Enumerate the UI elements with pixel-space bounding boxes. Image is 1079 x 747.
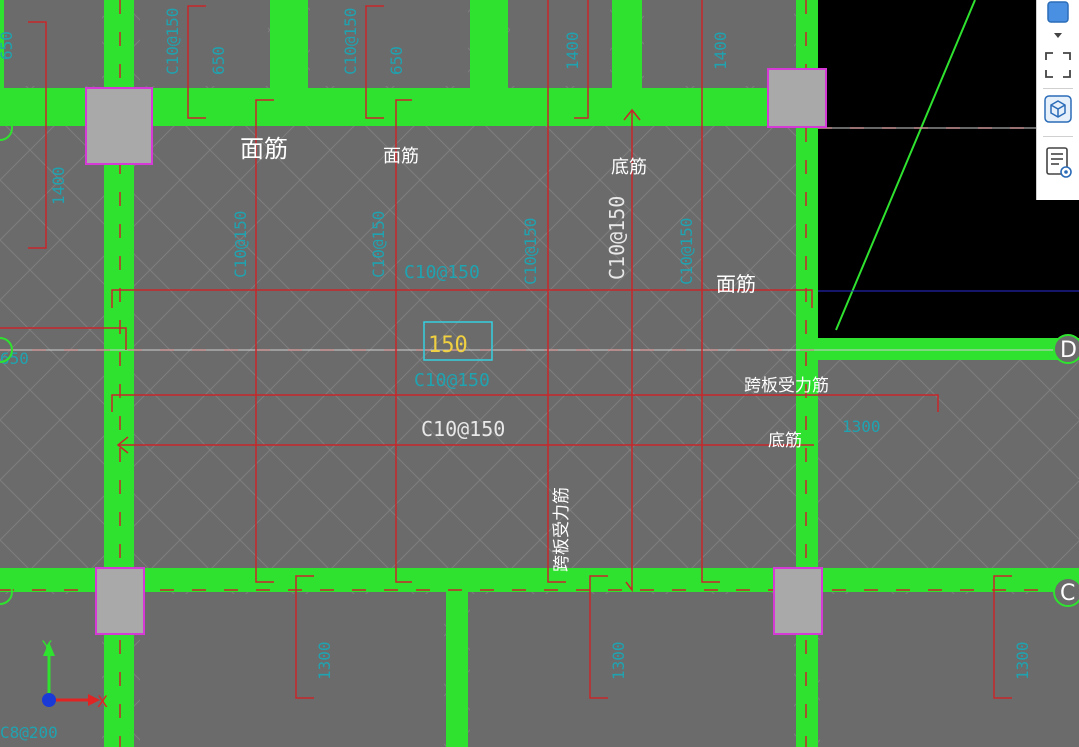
- dropdown-chevron-icon[interactable]: [1043, 28, 1073, 44]
- spec-faint-2: C10@150: [369, 211, 388, 278]
- ucs-y-label: Y: [41, 637, 52, 656]
- dim-left-1400: 1400: [49, 166, 68, 205]
- bottom-panels: [0, 594, 1079, 747]
- dim-left-650: 650: [0, 31, 16, 60]
- dim-right-1300: 1300: [842, 417, 881, 436]
- spec-under-selected: C10@150: [414, 370, 490, 391]
- spec-faint-5: C10@150: [404, 262, 480, 283]
- toolbar-separator-2: [1043, 136, 1073, 137]
- spec-main: C10@150: [421, 417, 505, 441]
- axis-bubble-c[interactable]: C: [1053, 577, 1079, 607]
- 3d-view-icon[interactable]: [1043, 94, 1073, 124]
- column-4: [773, 567, 823, 635]
- layer-properties-icon[interactable]: [1043, 146, 1073, 178]
- spec-faint-4: C10@150: [677, 218, 696, 285]
- label-span-rebar-v: 跨板受力筋: [552, 487, 572, 572]
- axis-d-label: D: [1060, 338, 1077, 363]
- dim-top-1400-b: 1400: [711, 31, 730, 70]
- dim-bottom-left: C8@200: [0, 723, 58, 742]
- toolbar-separator: [1043, 88, 1073, 89]
- label-span-rebar-h: 跨板受力筋: [744, 376, 829, 396]
- column-3: [95, 567, 145, 635]
- spec-faint-1: C10@150: [231, 211, 250, 278]
- label-face-rebar-1: 面筋: [240, 135, 288, 163]
- view-cube-icon[interactable]: [1043, 0, 1073, 30]
- dim-top-1400-a: 1400: [563, 31, 582, 70]
- dim-top-c10-a: C10@150: [163, 8, 182, 75]
- view-toolbar: [1036, 0, 1079, 200]
- dim-top-c10-b: C10@150: [341, 8, 360, 75]
- ucs-x-label: X: [97, 692, 108, 711]
- label-face-rebar-2: 面筋: [383, 146, 419, 167]
- spec-vertical: C10@150: [605, 196, 629, 280]
- dim-top-650-b: 650: [387, 46, 406, 75]
- dim-bottom-1300-c: 1300: [1013, 641, 1032, 680]
- spec-selected: 150: [428, 333, 468, 358]
- dim-bottom-1300-a: 1300: [315, 641, 334, 680]
- axis-bubble-d[interactable]: D: [1053, 334, 1079, 364]
- label-bottom-rebar-1: 底筋: [611, 157, 647, 178]
- dim-bottom-1300-b: 1300: [609, 641, 628, 680]
- label-face-rebar-3: 面筋: [716, 272, 756, 296]
- spec-faint-3: C10@150: [521, 218, 540, 285]
- label-bottom-rebar-2: 底筋: [768, 431, 802, 451]
- column-2: [767, 68, 827, 128]
- dim-left-mid: 650: [0, 349, 29, 368]
- axis-c-label: C: [1060, 581, 1075, 606]
- zoom-extents-icon[interactable]: [1043, 50, 1073, 80]
- dim-top-650-a: 650: [209, 46, 228, 75]
- cad-drawing-canvas[interactable]: 650 1400 C10@150 650 C10@150 650 1400 14…: [0, 0, 1079, 747]
- column-1: [85, 87, 153, 165]
